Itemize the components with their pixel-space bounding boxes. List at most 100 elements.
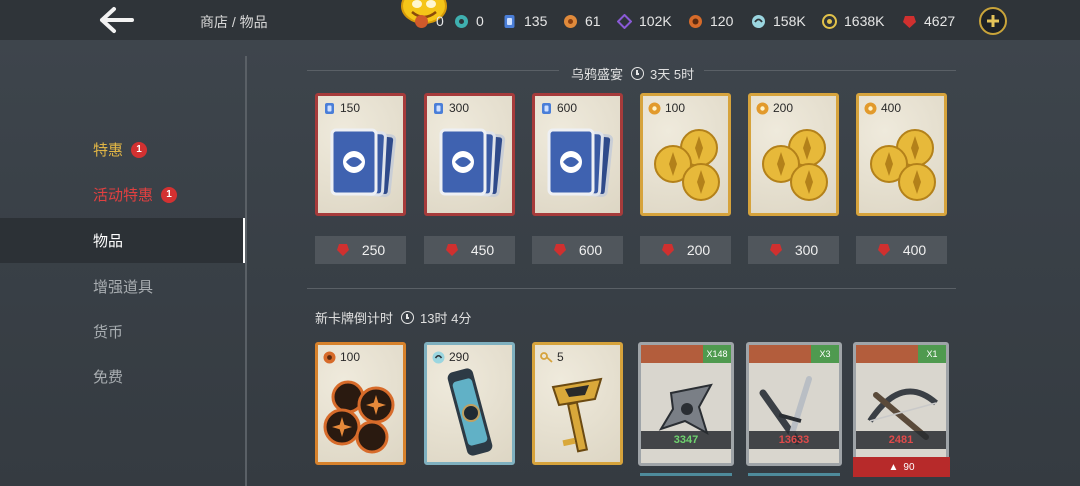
price-value: 200	[686, 242, 711, 258]
sidebar-item-label: 物品	[93, 233, 124, 250]
sidebar-item-label: 免费	[93, 369, 124, 386]
ruby-gem-icon	[336, 244, 349, 256]
card-token-icon	[434, 102, 443, 114]
gold-coin-icon	[864, 102, 877, 114]
shop-item-card[interactable]: 400	[856, 93, 947, 216]
weapon-card[interactable]: X3 13633	[746, 342, 842, 466]
gold-coins-icon	[870, 129, 936, 201]
ruby-gem-icon	[661, 244, 674, 256]
item-quantity-value: 400	[881, 101, 902, 115]
breadcrumb: 商店 / 物品	[200, 14, 268, 30]
weapon-power: 3347	[641, 431, 731, 449]
shop-item-card[interactable]: 600	[532, 93, 623, 216]
price-button[interactable]: 600	[532, 236, 623, 264]
top-bar: 商店 / 物品 0 0 135 61 102K 120 158K 1638K 4	[0, 0, 1080, 40]
clock-icon	[631, 67, 645, 80]
resource-card-token: 135	[502, 12, 547, 30]
resource-teal-token: 0	[454, 12, 484, 30]
gold-coin-icon	[822, 13, 837, 29]
gold-coins-icon	[762, 129, 828, 201]
back-arrow-icon[interactable]	[96, 4, 140, 36]
price-button[interactable]: 400	[856, 236, 947, 264]
resource-value: 102K	[639, 13, 672, 29]
card-token-icon	[502, 14, 517, 29]
sidebar-item-items[interactable]: 物品	[0, 218, 246, 263]
section2-header: 新卡牌倒计时 13时 4分	[315, 308, 471, 327]
flower-coin-icon	[688, 14, 703, 29]
resource-value: 135	[524, 13, 548, 29]
quantity-tag: X3	[811, 345, 839, 363]
price-value: 300	[794, 242, 819, 258]
sidebar-item-label: 特惠	[93, 142, 124, 159]
resource-value: 4627	[924, 13, 956, 29]
price-button[interactable]: 450	[424, 236, 515, 264]
section-divider	[307, 70, 559, 71]
weapon-card[interactable]: X1 2481	[853, 342, 949, 466]
weapon-power-value: 13633	[778, 434, 810, 446]
quantity-tag-label: X3	[819, 349, 831, 359]
shop-item-card[interactable]: 100	[640, 93, 731, 216]
gold-coins-icon	[654, 129, 720, 201]
weapon-power-value: 3347	[673, 434, 699, 446]
shop-item-card[interactable]: 200	[748, 93, 839, 216]
quantity-tag-label: X148	[706, 349, 728, 359]
resource-ruby-gem: 4627	[902, 12, 955, 30]
notification-badge: 1	[161, 186, 178, 203]
item-quantity: 5	[540, 350, 564, 364]
ruby-gem-icon	[877, 244, 890, 256]
price-value: 600	[578, 242, 603, 258]
teal-token-icon	[454, 14, 469, 29]
item-quantity: 200	[756, 101, 793, 115]
price-button[interactable]: 200	[640, 236, 731, 264]
shop-item-card[interactable]: 300	[424, 93, 515, 216]
resource-swirl-token: 158K	[751, 12, 806, 30]
progress-bar	[640, 473, 732, 476]
item-quantity: 290	[432, 350, 469, 364]
resource-event-token: 0	[414, 12, 444, 30]
sidebar-item-event-offer[interactable]: 活动特惠 1	[0, 172, 246, 217]
item-quantity-value: 100	[665, 101, 686, 115]
price-value: 400	[902, 242, 927, 258]
shop-item-card[interactable]: 290	[424, 342, 515, 465]
resource-value: 0	[476, 13, 484, 29]
shop-item-card[interactable]: 150	[315, 93, 406, 216]
section2-timer: 13时 4分	[420, 311, 472, 326]
section1-header: 乌鸦盛宴 3天 5时	[571, 64, 694, 83]
quantity-tag: X1	[918, 345, 946, 363]
shop-item-card[interactable]: 100	[315, 342, 406, 465]
price-button[interactable]: 300	[748, 236, 839, 264]
weapon-card[interactable]: X148 3347	[638, 342, 734, 466]
resource-flower-coin: 120	[688, 12, 733, 30]
card-pack-icon	[330, 128, 397, 198]
item-quantity-value: 5	[557, 350, 564, 364]
resource-value: 1638K	[844, 13, 885, 29]
sidebar-item-label: 货币	[93, 324, 124, 341]
progress-bar	[748, 473, 840, 476]
swirl-token-icon	[751, 14, 766, 29]
ruby-gem-icon	[445, 244, 458, 256]
item-quantity-value: 290	[449, 350, 470, 364]
warning-icon: ▲	[888, 461, 899, 473]
shop-item-card[interactable]: 5	[532, 342, 623, 465]
swirl-token-icon	[432, 351, 445, 363]
resource-value: 158K	[773, 13, 806, 29]
ruby-gem-icon	[769, 244, 782, 256]
key-icon	[540, 351, 553, 363]
sidebar-item-boosters[interactable]: 增强道具	[0, 264, 246, 309]
section2-title: 新卡牌倒计时	[315, 311, 394, 326]
quantity-tag: X148	[703, 345, 731, 363]
gold-coin-icon	[756, 102, 769, 114]
flower-coins-icon	[323, 380, 395, 454]
card-pack-icon	[547, 128, 614, 198]
price-button[interactable]: 250	[315, 236, 406, 264]
resource-purple-shard: 102K	[616, 12, 672, 30]
sidebar-divider	[245, 56, 247, 486]
sidebar-item-free[interactable]: 免费	[0, 354, 246, 399]
item-quantity: 600	[540, 101, 577, 115]
sidebar-item-currency[interactable]: 货币	[0, 309, 246, 354]
item-quantity-value: 300	[449, 101, 470, 115]
resource-value: 120	[710, 13, 734, 29]
add-currency-button[interactable]	[979, 7, 1007, 35]
sidebar-item-special-offer[interactable]: 特惠 1	[0, 127, 246, 172]
item-quantity-value: 150	[340, 101, 361, 115]
